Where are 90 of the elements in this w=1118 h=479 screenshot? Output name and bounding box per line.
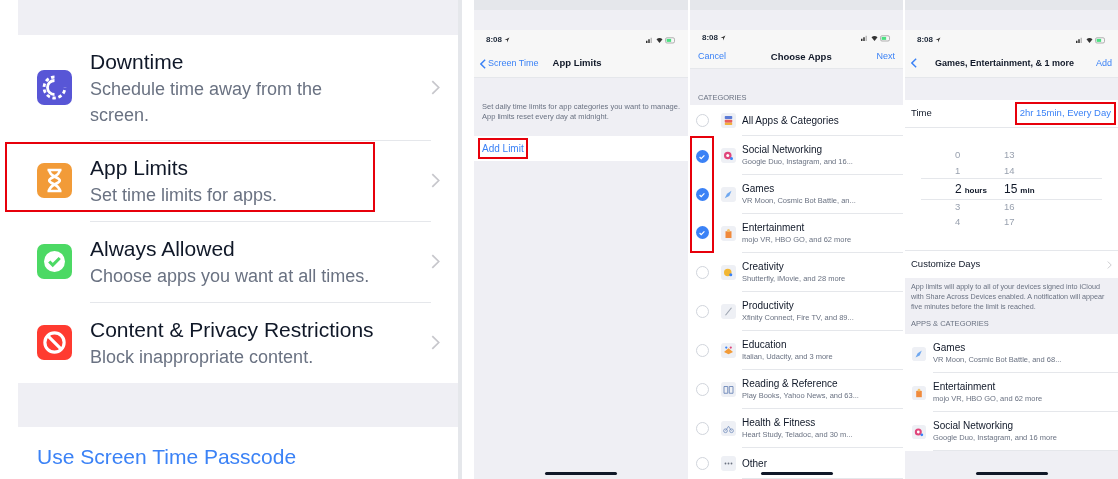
category-title: Creativity — [742, 260, 785, 273]
app-title: Entertainment — [933, 380, 997, 393]
location-arrow-icon — [935, 37, 941, 43]
category-title: Reading & Reference — [742, 377, 839, 390]
row-title: Downtime — [90, 48, 185, 75]
pencil-icon — [720, 304, 736, 319]
cancel-button[interactable]: Cancel — [698, 50, 726, 64]
status-time: 8:08 — [917, 34, 933, 46]
time-label: Time — [911, 106, 932, 121]
customize-days-row[interactable]: Customize Days — [905, 250, 1118, 278]
row-title: App Limits — [90, 155, 190, 181]
next-button[interactable]: Next — [876, 50, 895, 64]
palette-icon — [720, 265, 736, 280]
picker-hour[interactable]: 3 — [955, 200, 961, 215]
chat-bubble-icon — [912, 424, 926, 439]
back-button[interactable]: Screen Time — [480, 56, 539, 71]
book-icon — [720, 382, 736, 397]
category-title: Productivity — [742, 299, 795, 312]
category-title: Social Networking — [742, 143, 824, 156]
nav-title: App Limits — [552, 56, 602, 71]
location-arrow-icon — [720, 35, 726, 42]
back-chevron-icon — [911, 57, 917, 68]
home-indicator — [545, 472, 617, 475]
checkbox[interactable] — [695, 226, 709, 239]
location-arrow-icon — [504, 37, 510, 43]
category-title: Entertainment — [742, 221, 806, 234]
popcorn-icon — [912, 385, 926, 400]
chat-bubble-icon — [720, 148, 736, 163]
time-value-button[interactable]: 2hr 15min, Every Day — [1014, 102, 1116, 125]
shapes-icon — [720, 343, 736, 358]
picker-minute[interactable]: 17 — [1004, 215, 1015, 230]
category-title: Education — [742, 338, 788, 351]
checkmark-icon — [698, 228, 706, 237]
picker-hour[interactable]: 1 — [955, 163, 961, 178]
chevron-icon — [1107, 260, 1112, 269]
chevron-icon — [431, 335, 440, 350]
picker-hour[interactable]: 2 — [955, 180, 962, 198]
settings-row[interactable]: Always Allowed Choose apps you want at all times. — [18, 221, 458, 302]
row-title: Always Allowed — [90, 236, 236, 262]
category-title: All Apps & Categories — [742, 113, 840, 127]
category-title: Health & Fitness — [742, 416, 817, 429]
status-icons-drawing — [861, 34, 891, 43]
checkbox[interactable] — [695, 188, 709, 201]
status-icons-drawing — [646, 36, 676, 44]
add-limit-button[interactable]: Add Limit — [478, 138, 528, 159]
picker-minute[interactable]: 14 — [1004, 163, 1015, 178]
rocket-icon — [912, 346, 926, 361]
picker-minute[interactable]: 13 — [1004, 148, 1015, 163]
status-time: 8:08 — [702, 32, 718, 45]
back-button[interactable] — [911, 57, 919, 70]
app-title: Games — [933, 341, 967, 354]
checkmark-icon — [698, 190, 706, 199]
app-title: Social Networking — [933, 419, 1015, 432]
nav-title: Games, Entertainment, & 1 more — [935, 56, 1075, 70]
settings-row[interactable]: Content & Privacy Restrictions Block inappropriate content. — [18, 302, 458, 383]
picker-hour[interactable]: 0 — [955, 148, 961, 163]
prohibited-icon — [37, 325, 72, 360]
category-title: Other — [742, 456, 768, 470]
row-title: Customize Days — [911, 257, 981, 272]
chevron-icon — [431, 173, 440, 188]
row-title: Content & Privacy Restrictions — [90, 317, 375, 343]
chevron-icon — [431, 254, 440, 269]
row-subtitle: Choose apps you want at all times. — [90, 265, 371, 288]
nav-title: Choose Apps — [770, 49, 832, 64]
chevron-icon — [431, 80, 440, 95]
status-time: 8:08 — [486, 34, 502, 46]
picker-unit: min — [1020, 185, 1035, 197]
status-icons-drawing — [1076, 36, 1106, 44]
settings-row[interactable]: App Limits Set time limits for apps. — [18, 140, 458, 221]
bicycle-icon — [720, 421, 736, 436]
picker-hour[interactable]: 4 — [955, 215, 961, 230]
hourglass-icon — [37, 163, 72, 198]
checkmark-icon — [698, 152, 706, 161]
rocket-icon — [720, 187, 736, 202]
stack-icon — [720, 113, 736, 128]
row-subtitle: Block inappropriate content. — [90, 346, 315, 369]
row-subtitle: Set time limits for apps. — [90, 184, 279, 207]
settings-row[interactable]: Downtime Schedule time away from the screen. — [18, 35, 458, 140]
picker-minute[interactable]: 15 — [1004, 180, 1018, 198]
row-subtitle: Schedule time away from the screen. — [90, 77, 324, 127]
category-title: Games — [742, 182, 776, 195]
checkbox[interactable] — [695, 150, 709, 163]
back-chevron-icon — [480, 58, 486, 69]
popcorn-icon — [720, 226, 736, 241]
moon-clock-icon — [37, 70, 72, 105]
picker-unit: hours — [964, 185, 987, 197]
ellipsis-icon — [720, 456, 736, 471]
picker-minute[interactable]: 16 — [1004, 200, 1015, 215]
add-button[interactable]: Add — [1096, 56, 1112, 71]
check-badge-icon — [37, 244, 72, 279]
